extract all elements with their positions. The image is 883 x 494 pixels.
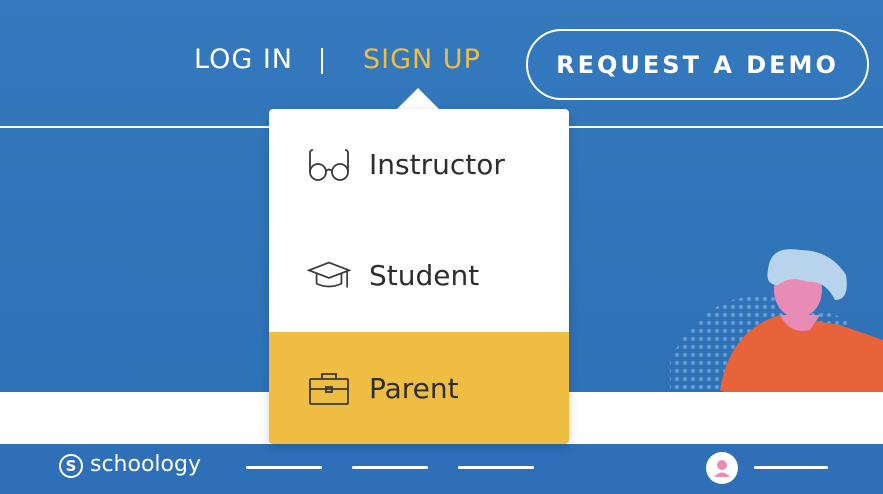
avatar-icon — [706, 452, 738, 484]
dropdown-item-label: Student — [369, 259, 480, 292]
footer-user-placeholder — [754, 466, 828, 469]
signup-dropdown: Instructor Student Parent — [269, 109, 569, 444]
login-link[interactable]: LOG IN — [194, 44, 293, 75]
dropdown-item-label: Instructor — [369, 148, 505, 181]
dropdown-item-instructor[interactable]: Instructor — [269, 109, 569, 220]
schoology-logo-icon: S — [59, 454, 83, 478]
signup-link[interactable]: SIGN UP — [363, 44, 481, 75]
dropdown-arrow — [396, 88, 440, 110]
nav-separator — [321, 48, 323, 74]
footer-nav-placeholder — [458, 466, 534, 469]
footer-nav-placeholder — [246, 466, 322, 469]
request-demo-button[interactable]: REQUEST A DEMO — [526, 29, 869, 100]
dropdown-item-label: Parent — [369, 371, 459, 405]
briefcase-icon — [307, 368, 351, 408]
schoology-logo-text: schoology — [90, 452, 201, 477]
dropdown-item-parent[interactable]: Parent — [269, 332, 569, 444]
footer-nav-placeholder — [352, 466, 428, 469]
glasses-icon — [307, 145, 351, 185]
graduation-cap-icon — [307, 256, 351, 296]
dropdown-item-student[interactable]: Student — [269, 220, 569, 331]
